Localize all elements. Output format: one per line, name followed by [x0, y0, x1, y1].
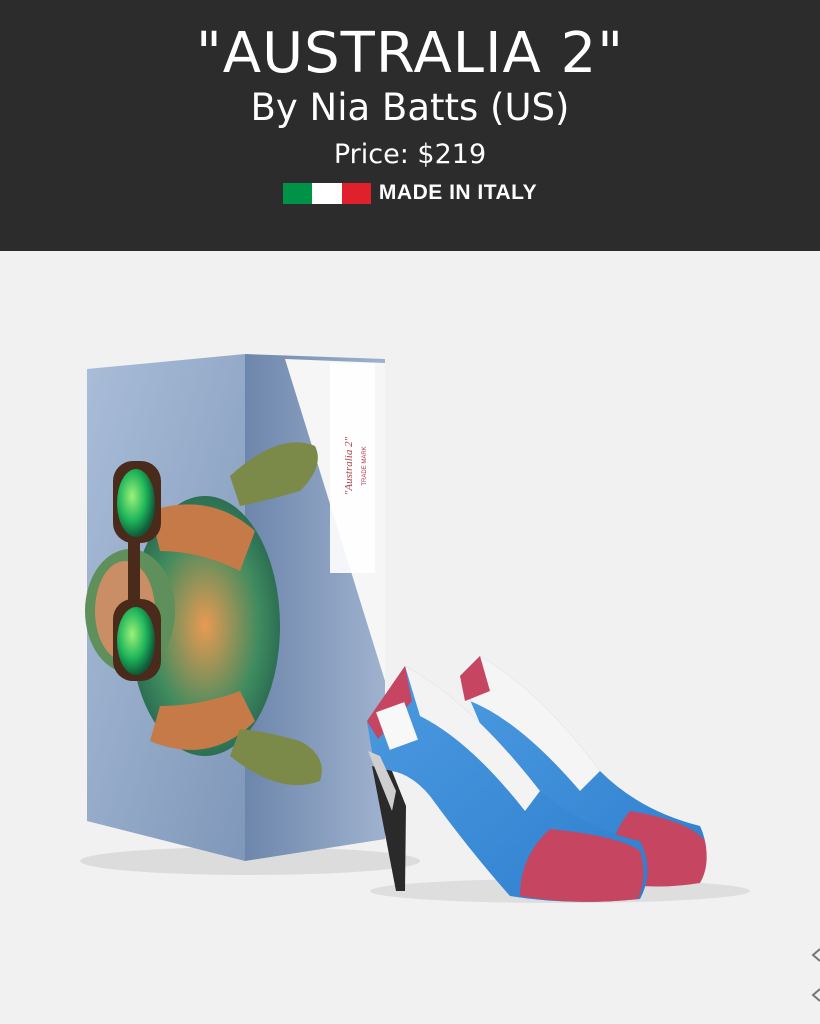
- product-render: "Australia 2" TRADE MARK: [80, 354, 750, 903]
- shoe-box: "Australia 2" TRADE MARK: [85, 354, 385, 861]
- box-brand-label: "Australia 2": [343, 436, 355, 495]
- designer-name: By Nia Batts (US): [250, 86, 570, 129]
- italy-flag-icon: [282, 182, 371, 204]
- product-title: "AUSTRALIA 2": [196, 21, 624, 86]
- shoe-pair: [367, 656, 707, 902]
- made-in-badge: MADE IN ITALY: [0, 180, 820, 206]
- product-image: "Australia 2" TRADE MARK: [0, 251, 820, 1024]
- chevron-left-icon[interactable]: [811, 948, 820, 962]
- product-header: "AUSTRALIA 2" By Nia Batts (US) Price: $…: [0, 0, 820, 251]
- product-price: Price: $219: [333, 139, 487, 170]
- chevron-right-icon[interactable]: [811, 988, 820, 1002]
- carousel-nav[interactable]: [810, 941, 820, 1011]
- product-page: "AUSTRALIA 2" By Nia Batts (US) Price: $…: [0, 0, 820, 1024]
- box-trademark-label: TRADE MARK: [362, 446, 368, 485]
- made-in-label: MADE IN ITALY: [378, 181, 538, 204]
